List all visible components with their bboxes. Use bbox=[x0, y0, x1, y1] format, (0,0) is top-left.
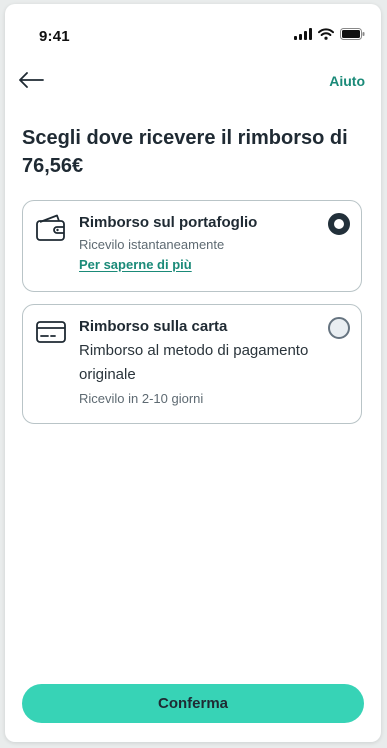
option-card-refund[interactable]: Rimborso sulla carta Rimborso al metodo … bbox=[22, 304, 362, 424]
option-wallet-body: Rimborso sul portafoglio Ricevilo istant… bbox=[79, 213, 315, 275]
back-button[interactable] bbox=[15, 68, 47, 96]
status-bar: 9:41 bbox=[5, 4, 381, 60]
radio-wallet-selected[interactable] bbox=[328, 213, 350, 235]
option-card-subtitle: Ricevilo in 2-10 giorni bbox=[79, 391, 204, 406]
learn-more-link[interactable]: Per saperne di più bbox=[79, 255, 192, 275]
credit-card-icon bbox=[35, 317, 67, 347]
nav-bar: Aiuto bbox=[5, 64, 381, 100]
option-card-title: Rimborso sulla carta bbox=[79, 318, 228, 335]
option-card-description: Rimborso al metodo di pagamento original… bbox=[79, 342, 309, 383]
page-title: Scegli dove ricevere il rimborso di 76,5… bbox=[22, 127, 348, 177]
option-wallet-title: Rimborso sul portafoglio bbox=[79, 214, 258, 231]
battery-icon bbox=[340, 28, 365, 40]
confirm-button[interactable]: Conferma bbox=[22, 684, 364, 723]
radio-card-unselected[interactable] bbox=[328, 317, 350, 339]
arrow-left-icon bbox=[18, 71, 44, 93]
option-card-body: Rimborso sulla carta Rimborso al metodo … bbox=[79, 317, 315, 408]
status-icons bbox=[294, 28, 365, 40]
option-wallet-subtitle: Ricevilo istantaneamente bbox=[79, 237, 225, 252]
wallet-icon bbox=[35, 213, 67, 243]
wifi-icon bbox=[318, 28, 334, 40]
help-link[interactable]: Aiuto bbox=[329, 73, 365, 89]
signal-icon bbox=[294, 28, 312, 40]
app-screen: 9:41 Aiuto Scegli dove ricevere il rimbo… bbox=[5, 4, 381, 742]
option-wallet-refund[interactable]: Rimborso sul portafoglio Ricevilo istant… bbox=[22, 200, 362, 292]
status-time: 9:41 bbox=[39, 28, 70, 45]
